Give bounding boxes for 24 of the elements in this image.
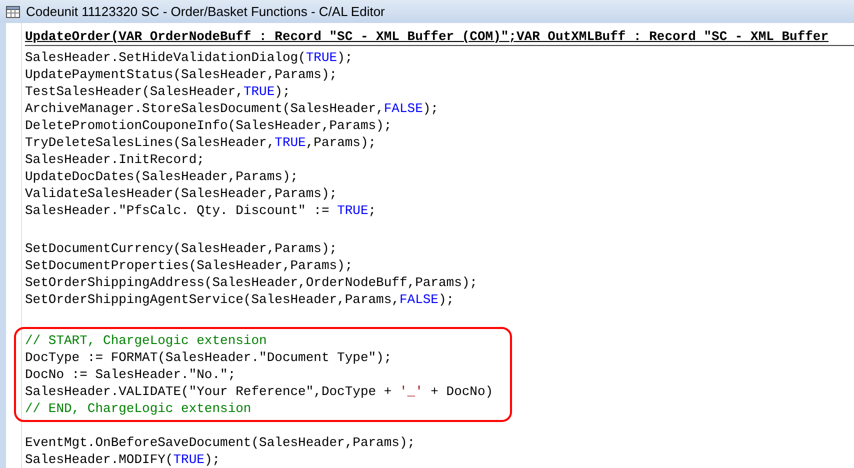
code-line: SalesHeader.VALIDATE("Your Reference",DocType + '_' + DocNo) — [25, 383, 494, 400]
code-line: SalesHeader.MODIFY(TRUE); — [25, 451, 220, 468]
code-line: SetOrderShippingAgentService(SalesHeader,Params,FALSE); — [25, 291, 454, 308]
code-line: EventMgt.OnBeforeSaveDocument(SalesHeader,Params); — [25, 434, 416, 451]
code-line: TestSalesHeader(SalesHeader,TRUE); — [25, 83, 290, 100]
code-line: UpdateDocDates(SalesHeader,Params); — [25, 168, 298, 185]
code-line: SalesHeader.SetHideValidationDialog(TRUE); — [25, 49, 353, 66]
function-header: UpdateOrder(VAR OrderNodeBuff : Record "SC - XML Buffer (COM)";VAR OutXMLBuff : Record "SC - XML Buffer — [25, 28, 829, 45]
code-line: DocType := FORMAT(SalesHeader."Document Type"); — [25, 349, 392, 366]
code-line: TryDeleteSalesLines(SalesHeader,TRUE,Params); — [25, 134, 376, 151]
code-line: DocNo := SalesHeader."No."; — [25, 366, 236, 383]
code-line: SetDocumentCurrency(SalesHeader,Params); — [25, 240, 338, 257]
code-line: SalesHeader."PfsCalc. Qty. Discount" := TRUE; — [25, 202, 376, 219]
code-line: SetDocumentProperties(SalesHeader,Params); — [25, 257, 353, 274]
window-title: Codeunit 11123320 SC - Order/Basket Functions - C/AL Editor — [26, 2, 385, 21]
code-line: DeletePromotionCouponeInfo(SalesHeader,Params); — [25, 117, 392, 134]
code-line: // END, ChargeLogic extension — [25, 400, 252, 417]
code-line: ValidateSalesHeader(SalesHeader,Params); — [25, 185, 338, 202]
code-line: ArchiveManager.StoreSalesDocument(SalesHeader,FALSE); — [25, 100, 438, 117]
table-icon — [6, 6, 20, 18]
code-line: SetOrderShippingAddress(SalesHeader,OrderNodeBuff,Params); — [25, 274, 478, 291]
code-line: SalesHeader.InitRecord; — [25, 151, 204, 168]
code-line: UpdatePaymentStatus(SalesHeader,Params); — [25, 66, 338, 83]
code-line: // START, ChargeLogic extension — [25, 332, 267, 349]
